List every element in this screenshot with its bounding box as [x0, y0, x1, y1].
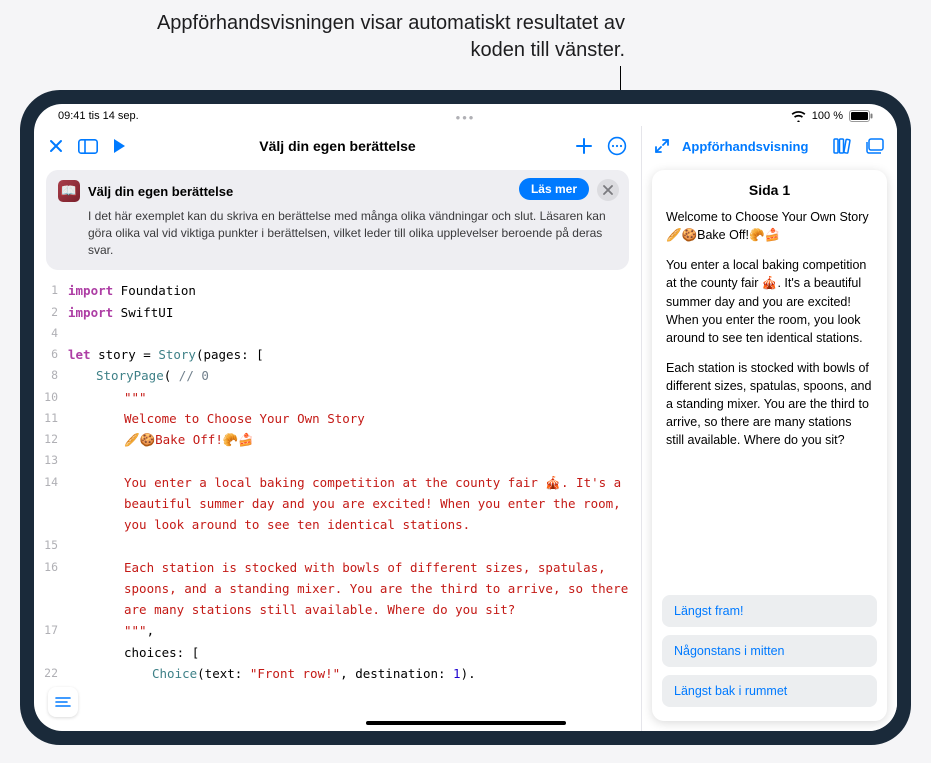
preview-paragraph: Welcome to Choose Your Own Story 🥖🍪Bake …	[666, 208, 873, 244]
code-line[interactable]: choices: [	[34, 642, 641, 663]
line-number: 22	[34, 663, 68, 684]
code-content[interactable]: StoryPage( // 0	[68, 365, 641, 386]
line-number: 8	[34, 365, 68, 386]
line-number: 4	[34, 323, 68, 344]
code-line[interactable]: 17""",	[34, 620, 641, 641]
code-content[interactable]: Welcome to Choose Your Own Story	[68, 408, 641, 429]
wifi-icon	[791, 111, 806, 122]
home-indicator[interactable]	[366, 721, 566, 725]
close-icon[interactable]	[48, 138, 64, 154]
code-content[interactable]: """,	[68, 620, 641, 641]
sidebar-toggle-icon[interactable]	[78, 139, 98, 154]
ipad-screen: 09:41 tis 14 sep. ••• 100 %	[34, 104, 897, 731]
line-number: 1	[34, 280, 68, 301]
line-number: 11	[34, 408, 68, 429]
code-line[interactable]: 14You enter a local baking competition a…	[34, 472, 641, 536]
code-line[interactable]: 12🥖🍪Bake Off!🥐🍰	[34, 429, 641, 450]
choice-button[interactable]: Någonstans i mitten	[662, 635, 877, 667]
code-content[interactable]: You enter a local baking competition at …	[68, 472, 641, 536]
lesson-app-icon: 📖	[58, 180, 80, 202]
line-number	[34, 642, 68, 643]
lesson-info-card: 📖 Välj din egen berättelse Läs mer I det…	[46, 170, 629, 270]
code-line[interactable]: 2import SwiftUI	[34, 302, 641, 323]
line-number: 15	[34, 535, 68, 556]
line-number: 14	[34, 472, 68, 493]
code-content[interactable]: choices: [	[68, 642, 641, 663]
code-line[interactable]: 6let story = Story(pages: [	[34, 344, 641, 365]
preview-pane: Appförhandsvisning Sida 1 Welcome to Cho…	[642, 126, 897, 731]
line-number: 10	[34, 387, 68, 408]
code-editor[interactable]: 1import Foundation2import SwiftUI4 6let …	[34, 278, 641, 731]
format-button[interactable]	[48, 687, 78, 717]
code-editor-pane: Välj din egen berättelse 📖 Välj din egen…	[34, 126, 642, 731]
code-content[interactable]	[68, 450, 641, 471]
code-content[interactable]: let story = Story(pages: [	[68, 344, 641, 365]
code-content[interactable]: """	[68, 387, 641, 408]
code-content[interactable]: import Foundation	[68, 280, 641, 301]
code-line[interactable]: 22Choice(text: "Front row!", destination…	[34, 663, 641, 684]
windows-icon[interactable]	[865, 138, 885, 154]
preview-label[interactable]: Appförhandsvisning	[682, 139, 808, 154]
add-icon[interactable]	[575, 137, 593, 155]
code-line[interactable]: 15	[34, 535, 641, 556]
editor-toolbar: Välj din egen berättelse	[34, 126, 641, 166]
line-number: 2	[34, 302, 68, 323]
library-icon[interactable]	[833, 138, 853, 154]
code-content[interactable]: Each station is stocked with bowls of di…	[68, 557, 641, 621]
multitask-handle-icon[interactable]: •••	[456, 110, 476, 125]
line-number: 6	[34, 344, 68, 365]
lesson-body: I det här exemplet kan du skriva en berä…	[58, 208, 617, 258]
code-content[interactable]: Choice(text: "Front row!", destination: …	[68, 663, 641, 684]
more-icon[interactable]	[607, 136, 627, 156]
preview-paragraph: Each station is stocked with bowls of di…	[666, 359, 873, 450]
preview-body: Welcome to Choose Your Own Story 🥖🍪Bake …	[652, 208, 887, 462]
preview-choices: Längst fram! Någonstans i mitten Längst ba…	[652, 583, 887, 721]
lesson-title: Välj din egen berättelse	[88, 184, 233, 199]
choice-button[interactable]: Längst fram!	[662, 595, 877, 627]
code-content[interactable]	[68, 535, 641, 556]
code-line[interactable]: 13	[34, 450, 641, 471]
status-bar: 09:41 tis 14 sep. ••• 100 %	[34, 104, 897, 126]
run-icon[interactable]	[112, 138, 126, 154]
code-line[interactable]: 16Each station is stocked with bowls of …	[34, 557, 641, 621]
app-preview-card: Sida 1 Welcome to Choose Your Own Story …	[652, 170, 887, 721]
figure-annotation: Appförhandsvisningen visar automatiskt r…	[155, 10, 625, 64]
preview-paragraph: You enter a local baking competition at …	[666, 256, 873, 347]
code-line[interactable]: 11Welcome to Choose Your Own Story	[34, 408, 641, 429]
expand-icon[interactable]	[654, 138, 670, 154]
code-line[interactable]: 10"""	[34, 387, 641, 408]
code-line[interactable]: 8StoryPage( // 0	[34, 365, 641, 386]
line-number: 12	[34, 429, 68, 450]
ipad-frame: 09:41 tis 14 sep. ••• 100 %	[20, 90, 911, 745]
line-number: 13	[34, 450, 68, 471]
code-line[interactable]: 4	[34, 323, 641, 344]
battery-text: 100 %	[812, 110, 843, 122]
line-number: 17	[34, 620, 68, 641]
battery-icon	[849, 110, 873, 122]
close-card-icon[interactable]	[597, 179, 619, 201]
line-number: 16	[34, 557, 68, 578]
choice-button[interactable]: Längst bak i rummet	[662, 675, 877, 707]
code-content[interactable]: import SwiftUI	[68, 302, 641, 323]
code-content[interactable]: 🥖🍪Bake Off!🥐🍰	[68, 429, 641, 450]
code-content[interactable]	[68, 323, 641, 344]
code-line[interactable]: 1import Foundation	[34, 280, 641, 301]
preview-page-title: Sida 1	[652, 170, 887, 208]
read-more-button[interactable]: Läs mer	[519, 178, 589, 200]
preview-toolbar: Appförhandsvisning	[642, 126, 897, 166]
status-time: 09:41 tis 14 sep.	[58, 110, 139, 122]
